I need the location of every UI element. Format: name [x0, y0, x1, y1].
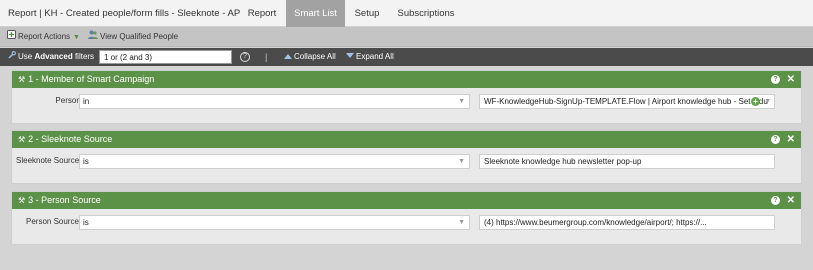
use-advanced-filters-button[interactable]: Use Advanced filters▼	[8, 48, 104, 66]
tab-report-name[interactable]: Report | KH - Created people/form fills …	[8, 0, 240, 27]
operator-value: in	[83, 97, 90, 106]
field-label: Sleeknote Source:	[16, 156, 82, 165]
filter-logic-input[interactable]	[99, 50, 232, 64]
filter-title: 3 - Person Source	[28, 195, 101, 205]
expand-all-label: Expand All	[356, 52, 394, 62]
filter-row: Person Source: is ▼ (4) https://www.beum…	[12, 209, 801, 239]
add-icon[interactable]: +	[751, 97, 760, 106]
filters-label: filters	[74, 52, 95, 62]
chevron-down-icon: ▼	[458, 98, 465, 105]
filter-toolbar: Use Advanced filters▼ ? | Collapse All E…	[0, 48, 813, 66]
operator-value: is	[83, 218, 89, 227]
filter-header[interactable]: ⚒ 3 - Person Source ? ✕	[12, 192, 801, 209]
wrench-icon: ⚒	[18, 135, 26, 144]
collapse-icon	[284, 48, 292, 66]
chevron-down-icon: ▼	[764, 98, 771, 105]
help-icon[interactable]: ?	[771, 75, 780, 84]
value-text: Sleeknote knowledge hub newsletter pop-u…	[484, 157, 642, 166]
close-icon[interactable]: ✕	[787, 131, 795, 148]
tab-report[interactable]: Report	[239, 0, 285, 27]
filter-header[interactable]: ⚒ 2 - Sleeknote Source ? ✕	[12, 131, 801, 148]
close-icon[interactable]: ✕	[787, 192, 795, 209]
filter-panel: ⚒ 1 - Member of Smart Campaign ? ✕ Person…	[11, 70, 802, 124]
report-actions-button[interactable]: Report Actions ▼	[7, 30, 80, 44]
chevron-down-icon: ▼	[458, 158, 465, 165]
view-qualified-people-button[interactable]: View Qualified People	[88, 30, 178, 44]
help-icon[interactable]: ?	[771, 196, 780, 205]
wrench-icon: ⚒	[18, 75, 26, 84]
divider: |	[265, 52, 268, 62]
operator-select[interactable]: in ▼	[79, 94, 470, 109]
filter-panel: ⚒ 3 - Person Source ? ✕ Person Source: is…	[11, 191, 802, 245]
operator-select[interactable]: is ▼	[79, 154, 470, 169]
actions-toolbar: Report Actions ▼ View Qualified People	[0, 27, 813, 47]
tab-subscriptions[interactable]: Subscriptions	[390, 0, 462, 27]
help-icon[interactable]: ?	[240, 52, 250, 62]
wrench-icon: ⚒	[18, 196, 26, 205]
value-field[interactable]: WF-KnowledgeHub-SignUp-TEMPLATE.Flow | A…	[479, 94, 775, 109]
value-text: (4) https://www.beumergroup.com/knowledg…	[484, 218, 707, 227]
expand-icon	[346, 48, 354, 66]
filter-title: 1 - Member of Smart Campaign	[28, 74, 155, 84]
report-actions-icon	[7, 30, 16, 44]
filter-panel: ⚒ 2 - Sleeknote Source ? ✕ Sleeknote Sour…	[11, 130, 802, 184]
chevron-down-icon: ▼	[73, 34, 80, 42]
field-label: Person Source:	[26, 217, 82, 226]
operator-value: is	[83, 157, 89, 166]
tab-smart-list[interactable]: Smart List	[286, 0, 345, 27]
people-icon	[88, 30, 98, 44]
filter-header[interactable]: ⚒ 1 - Member of Smart Campaign ? ✕	[12, 71, 801, 88]
advanced-label: Advanced	[34, 52, 73, 62]
filter-row: Person: in ▼ WF-KnowledgeHub-SignUp-TEMP…	[12, 88, 801, 118]
filter-title: 2 - Sleeknote Source	[28, 134, 113, 144]
tab-setup[interactable]: Setup	[347, 0, 387, 27]
chevron-down-icon: ▼	[458, 219, 465, 226]
help-icon[interactable]: ?	[771, 135, 780, 144]
value-field[interactable]: Sleeknote knowledge hub newsletter pop-u…	[479, 154, 775, 169]
collapse-all-label: Collapse All	[294, 52, 336, 62]
wrench-icon	[8, 48, 16, 66]
close-icon[interactable]: ✕	[787, 71, 795, 88]
report-actions-label: Report Actions	[18, 32, 71, 42]
value-text: WF-KnowledgeHub-SignUp-TEMPLATE.Flow | A…	[484, 97, 768, 106]
use-label: Use	[18, 52, 33, 62]
operator-select[interactable]: is ▼	[79, 215, 470, 230]
filter-row: Sleeknote Source: is ▼ Sleeknote knowled…	[12, 148, 801, 178]
view-qualified-label: View Qualified People	[100, 32, 179, 42]
expand-all-button[interactable]: Expand All	[346, 48, 394, 66]
value-field[interactable]: (4) https://www.beumergroup.com/knowledg…	[479, 215, 775, 230]
tab-bar: Report | KH - Created people/form fills …	[0, 0, 813, 27]
collapse-all-button[interactable]: Collapse All	[284, 48, 336, 66]
